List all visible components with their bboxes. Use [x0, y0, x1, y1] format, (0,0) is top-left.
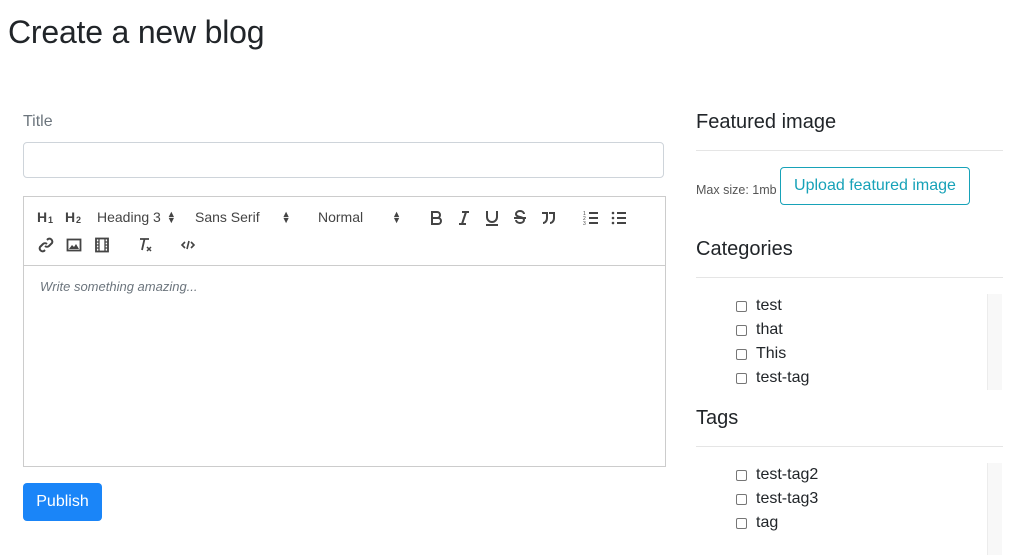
size-select[interactable]: Normal ▲ ▼ [318, 208, 401, 226]
page-title: Create a new blog [8, 14, 265, 50]
checkbox[interactable] [736, 493, 747, 505]
select-caret-icon: ▲ ▼ [166, 209, 176, 225]
category-label: that [756, 321, 783, 338]
editor-content[interactable]: Write something amazing... [24, 266, 665, 307]
tag-item[interactable]: tag [736, 511, 988, 535]
checkbox[interactable] [736, 517, 747, 529]
checkbox[interactable] [736, 469, 747, 481]
category-label: This [756, 345, 787, 362]
checkbox[interactable] [736, 324, 747, 336]
categories-scrollbar[interactable] [987, 294, 1002, 390]
featured-image-heading: Featured image [696, 111, 837, 133]
tag-label: tag [756, 514, 779, 531]
title-label: Title [23, 113, 53, 130]
max-size-text: Max size: 1mb [696, 183, 777, 197]
size-select-value: Normal [318, 209, 364, 225]
code-block-icon[interactable] [180, 237, 196, 253]
category-item[interactable]: that [736, 318, 988, 342]
category-item[interactable]: test-tag [736, 366, 988, 390]
svg-text:2: 2 [76, 215, 81, 225]
tag-label: test-tag3 [756, 490, 819, 507]
svg-text:H: H [65, 209, 75, 225]
header-select-value: Heading 3 [97, 209, 161, 225]
title-input[interactable] [23, 142, 664, 178]
category-item[interactable]: This [736, 342, 988, 366]
editor-placeholder: Write something amazing... [40, 279, 198, 294]
video-icon[interactable] [94, 237, 110, 253]
select-caret-icon: ▲ ▼ [392, 209, 402, 225]
svg-text:H: H [37, 209, 47, 225]
publish-button[interactable]: Publish [23, 483, 102, 521]
tag-label: test-tag2 [756, 466, 819, 483]
tag-item[interactable]: test-tag2 [736, 463, 988, 487]
category-label: test-tag [756, 369, 810, 386]
tags-list: test-tag2 test-tag3 tag [736, 463, 988, 535]
checkbox[interactable] [736, 300, 747, 312]
editor-toolbar: H1 H2 Heading 3 ▲ ▼ Sans Serif ▲ ▼ Normal … [24, 197, 665, 266]
checkbox[interactable] [736, 348, 747, 360]
category-label: test [756, 297, 782, 314]
blockquote-icon[interactable] [540, 210, 556, 226]
clear-formatting-icon[interactable] [137, 237, 153, 253]
tags-scrollbar[interactable] [987, 463, 1002, 555]
checkbox[interactable] [736, 372, 747, 384]
image-icon[interactable] [66, 237, 82, 253]
rich-text-editor: H1 H2 Heading 3 ▲ ▼ Sans Serif ▲ ▼ Normal … [23, 196, 666, 467]
heading-2-button[interactable]: H2 [65, 209, 85, 225]
categories-heading: Categories [696, 238, 793, 260]
font-select[interactable]: Sans Serif ▲ ▼ [195, 208, 291, 226]
upload-featured-image-button[interactable]: Upload featured image [780, 167, 970, 205]
divider [696, 150, 1003, 151]
tags-heading: Tags [696, 407, 739, 429]
italic-icon[interactable] [456, 210, 472, 226]
select-caret-icon: ▲ ▼ [281, 209, 291, 225]
categories-list: test that This test-tag [736, 294, 988, 390]
header-select[interactable]: Heading 3 ▲ ▼ [97, 208, 176, 226]
bullet-list-icon[interactable] [611, 210, 627, 226]
tag-item[interactable]: test-tag3 [736, 487, 988, 511]
svg-text:3: 3 [583, 221, 586, 226]
heading-1-button[interactable]: H1 [37, 209, 57, 225]
divider [696, 277, 1003, 278]
bold-icon[interactable] [428, 210, 444, 226]
ordered-list-icon[interactable]: 123 [583, 210, 599, 226]
divider [696, 446, 1003, 447]
svg-text:1: 1 [48, 215, 53, 225]
category-item[interactable]: test [736, 294, 988, 318]
font-select-value: Sans Serif [195, 209, 260, 225]
underline-icon[interactable] [484, 209, 500, 226]
strikethrough-icon[interactable] [512, 210, 528, 226]
link-icon[interactable] [38, 237, 54, 253]
